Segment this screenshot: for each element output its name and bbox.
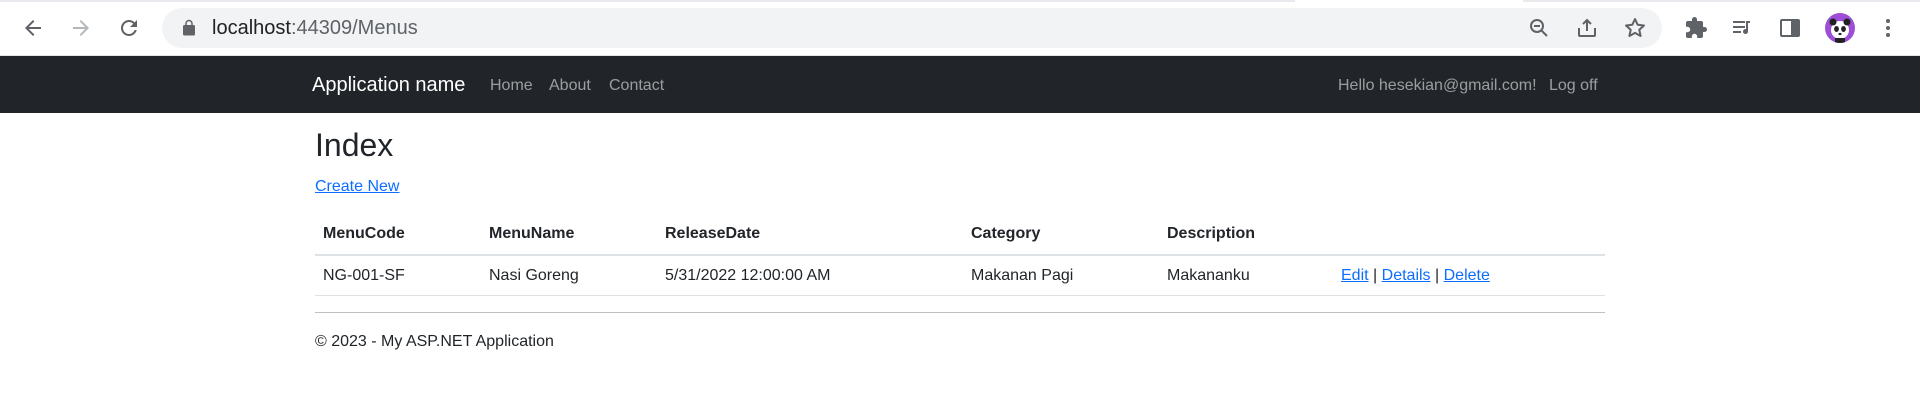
cell-menuname: Nasi Goreng [481, 255, 657, 296]
nav-link-contact[interactable]: Contact [609, 77, 664, 95]
back-button[interactable] [15, 10, 51, 46]
table-header-row: MenuCode MenuName ReleaseDate Category D… [315, 214, 1605, 256]
media-queue-icon[interactable] [1730, 16, 1754, 40]
reload-button[interactable] [111, 10, 147, 46]
arrow-right-icon [73, 20, 89, 36]
logoff-link[interactable]: Log off [1549, 77, 1598, 95]
reload-icon [120, 19, 137, 36]
cell-category: Makanan Pagi [963, 255, 1159, 296]
url-path: :44309/Menus [290, 17, 418, 39]
site-navbar: Application name Home About Contact Hell… [0, 56, 1920, 113]
table-row: NG-001-SF Nasi Goreng 5/31/2022 12:00:00… [315, 255, 1605, 296]
cell-actions: Edit | Details | Delete [1333, 255, 1605, 296]
footer-divider [315, 312, 1605, 313]
avatar[interactable] [1825, 13, 1855, 43]
column-header-releasedate: ReleaseDate [657, 214, 963, 256]
cell-releasedate: 5/31/2022 12:00:00 AM [657, 255, 963, 296]
panda-avatar-icon [1829, 18, 1851, 43]
column-header-actions [1333, 214, 1605, 256]
nav-link-about[interactable]: About [549, 77, 591, 95]
star-icon[interactable] [1623, 16, 1647, 40]
menus-table: MenuCode MenuName ReleaseDate Category D… [315, 214, 1605, 296]
side-panel-icon[interactable] [1778, 16, 1802, 40]
zoom-out-icon[interactable] [1527, 16, 1551, 40]
edit-link[interactable]: Edit [1341, 267, 1369, 284]
arrow-left-icon [25, 20, 41, 36]
puzzle-icon[interactable] [1684, 16, 1708, 40]
details-link[interactable]: Details [1382, 267, 1431, 284]
nav-link-home[interactable]: Home [490, 77, 533, 95]
address-bar[interactable]: localhost:44309/Menus [162, 8, 1662, 48]
url-text[interactable]: localhost:44309/Menus [212, 18, 418, 38]
tab-strip-edge [0, 0, 1295, 2]
create-new-link[interactable]: Create New [315, 178, 399, 196]
brand-link[interactable]: Application name [312, 74, 465, 97]
column-header-category: Category [963, 214, 1159, 256]
delete-link[interactable]: Delete [1444, 267, 1490, 284]
cell-description: Makananku [1159, 255, 1333, 296]
forward-button[interactable] [63, 10, 99, 46]
share-icon[interactable] [1575, 16, 1599, 40]
kebab-menu-icon[interactable] [1876, 16, 1900, 40]
cell-menucode: NG-001-SF [315, 255, 481, 296]
lock-icon[interactable] [180, 19, 198, 37]
url-host: localhost [212, 17, 291, 39]
footer-text: © 2023 - My ASP.NET Application [315, 333, 554, 350]
column-header-menuname: MenuName [481, 214, 657, 256]
user-greeting-link[interactable]: Hello hesekian@gmail.com! [1338, 77, 1537, 95]
column-header-description: Description [1159, 214, 1333, 256]
action-separator: | [1435, 266, 1440, 284]
tab-strip-edge-right [1523, 0, 1920, 2]
action-separator: | [1373, 266, 1378, 284]
page-title: Index [315, 127, 394, 163]
browser-toolbar: localhost:44309/Menus [0, 0, 1920, 56]
column-header-menucode: MenuCode [315, 214, 481, 256]
